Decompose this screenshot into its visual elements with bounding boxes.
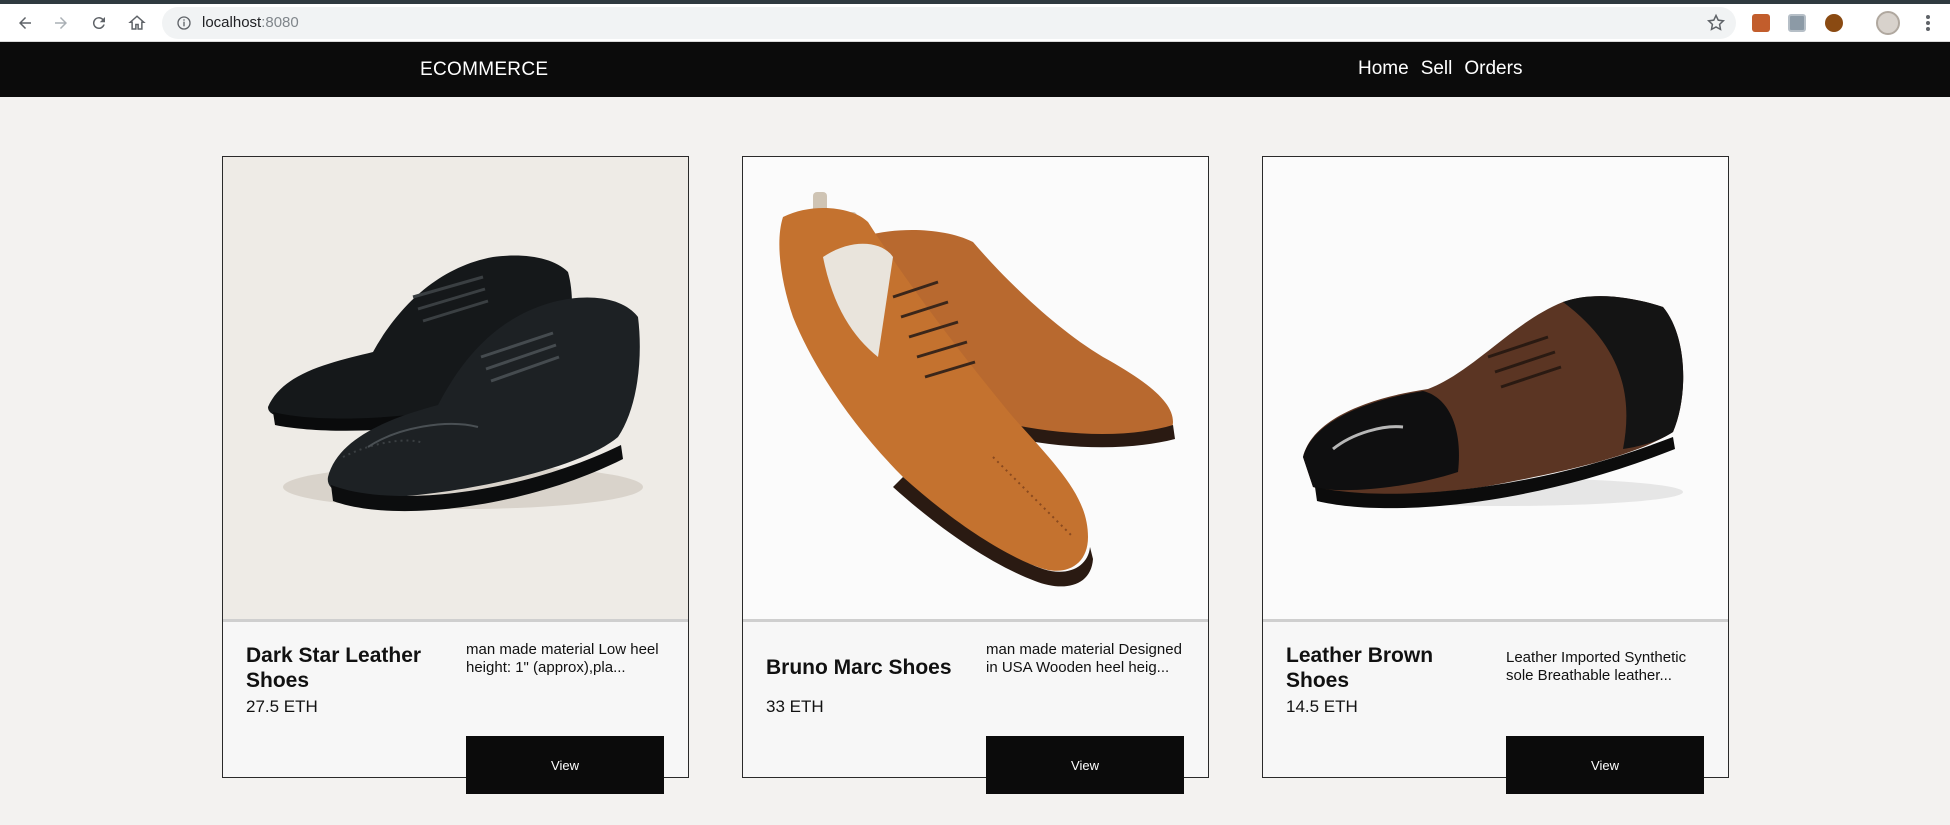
- view-button[interactable]: View: [986, 736, 1184, 794]
- nav-link-sell[interactable]: Sell: [1421, 58, 1453, 80]
- product-image-tan-suede-oxford-shoes[interactable]: [743, 157, 1208, 622]
- product-description: man made material Designed in USA Wooden…: [986, 641, 1182, 676]
- brand-logo-text[interactable]: ECOMMERCE: [420, 59, 548, 81]
- product-card: Bruno Marc Shoes 33 ETH man made materia…: [742, 156, 1209, 794]
- product-title: Leather Brown Shoes: [1286, 644, 1434, 692]
- address-bar[interactable]: localhost:8080: [162, 7, 1736, 39]
- home-icon[interactable]: [122, 8, 152, 38]
- view-button[interactable]: View: [1506, 736, 1704, 794]
- product-price: 27.5 ETH: [246, 697, 318, 716]
- forward-arrow-icon[interactable]: [46, 8, 76, 38]
- url-host: localhost: [202, 14, 262, 31]
- product-price: 33 ETH: [766, 697, 824, 716]
- product-card: Dark Star Leather Shoes 27.5 ETH man mad…: [222, 156, 689, 794]
- view-button[interactable]: View: [466, 736, 664, 794]
- url-port: :8080: [261, 14, 299, 31]
- back-arrow-icon[interactable]: [10, 8, 40, 38]
- info-icon[interactable]: [176, 15, 192, 31]
- product-description: Leather Imported Synthetic sole Breathab…: [1506, 649, 1687, 684]
- product-card: Leather Brown Shoes 14.5 ETH Leather Imp…: [1262, 156, 1729, 794]
- nav-link-orders[interactable]: Orders: [1464, 58, 1522, 80]
- extension-icon[interactable]: [1752, 14, 1770, 32]
- url-text: localhost:8080: [202, 14, 299, 31]
- profile-avatar[interactable]: [1876, 11, 1900, 35]
- nav-link-home[interactable]: Home: [1358, 58, 1409, 80]
- product-image-brown-black-derby-shoe[interactable]: [1263, 157, 1728, 622]
- bookmark-star-icon[interactable]: [1706, 13, 1726, 33]
- product-title: Dark Star Leather Shoes: [246, 644, 422, 692]
- navbar: ECOMMERCE Home Sell Orders: [0, 42, 1950, 97]
- browser-menu-icon[interactable]: [1918, 12, 1938, 34]
- nav-links: Home Sell Orders: [1358, 58, 1522, 80]
- product-title: Bruno Marc Shoes: [766, 656, 952, 679]
- browser-toolbar: localhost:8080: [0, 4, 1950, 42]
- product-description: man made material Low heel height: 1" (a…: [466, 641, 659, 676]
- reload-icon[interactable]: [84, 8, 114, 38]
- product-price: 14.5 ETH: [1286, 697, 1358, 716]
- extension-icon[interactable]: [1788, 14, 1806, 32]
- extension-icon[interactable]: [1825, 14, 1843, 32]
- product-image-black-oxford-shoes[interactable]: [223, 157, 688, 622]
